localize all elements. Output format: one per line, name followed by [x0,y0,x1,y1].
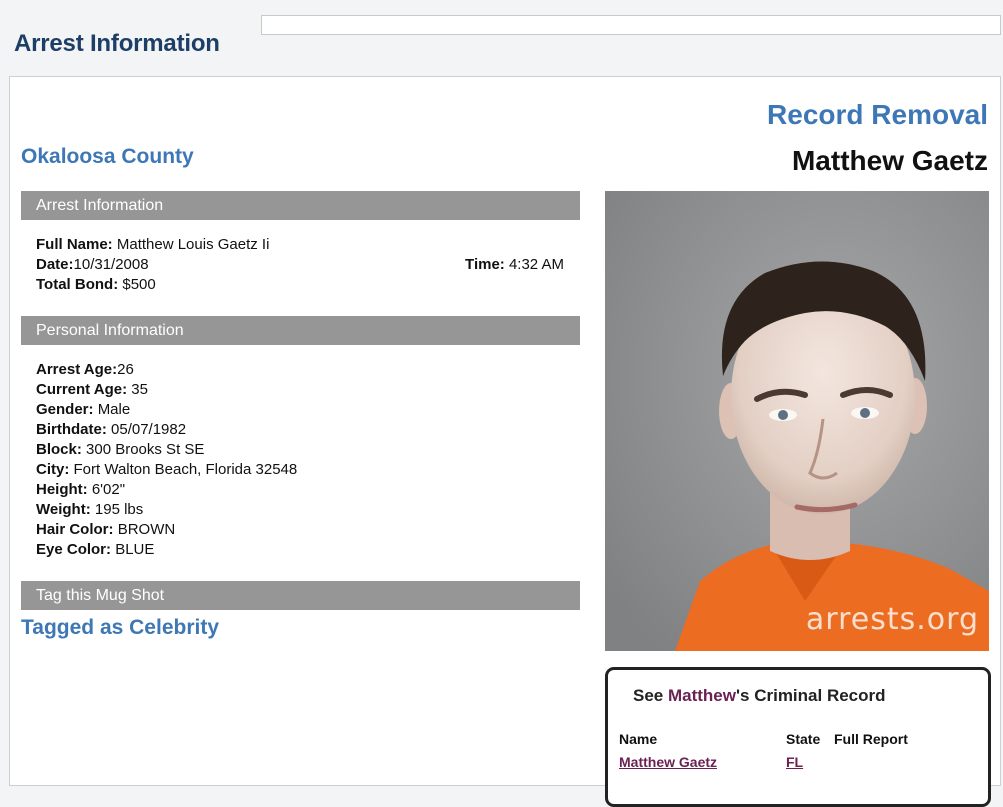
eye-color-label: Eye Color: [36,541,112,558]
city-value: Fort Walton Beach, Florida 32548 [73,461,298,478]
eye-color-row: Eye Color: BLUE [36,540,564,560]
weight-row: Weight: 195 lbs [36,500,564,520]
gender-row: Gender: Male [36,400,564,420]
height-label: Height: [36,481,88,498]
block-row: Block: 300 Brooks St SE [36,440,564,460]
full-name-label: Full Name: [36,236,113,253]
height-value: 6'02" [91,481,126,498]
person-name-heading: Matthew Gaetz [791,145,988,176]
time-label: Time: [465,256,505,273]
block-label: Block: [36,441,82,458]
total-bond-row: Total Bond: $500 [36,275,564,295]
criminal-record-title: See Matthew's Criminal Record [633,686,886,706]
birthdate-value: 05/07/1982 [111,421,187,438]
date-label: Date: [36,256,74,273]
section-arrest-information: Arrest Information [21,191,580,220]
section-tag-mug-shot[interactable]: Tag this Mug Shot [21,581,580,610]
full-name-value: Matthew Louis Gaetz Ii [116,236,270,253]
full-name-row: Full Name: Matthew Louis Gaetz Ii [36,235,564,255]
arrest-age-row: Arrest Age:26 [36,360,564,380]
tagged-celebrity-link[interactable]: Tagged as Celebrity [21,616,219,640]
total-bond-label: Total Bond: [36,276,119,293]
hair-color-row: Hair Color: BROWN [36,520,564,540]
time-value: 4:32 AM [508,256,564,273]
mugshot-illustration [605,191,989,651]
city-row: City: Fort Walton Beach, Florida 32548 [36,460,564,480]
date-row: Date:10/31/2008 Time: 4:32 AM [36,255,564,275]
gender-label: Gender: [36,401,94,418]
eye-color-value: BLUE [115,541,155,558]
search-input[interactable] [261,15,1001,35]
date-value: 10/31/2008 [73,256,149,273]
height-row: Height: 6'02" [36,480,564,500]
current-age-label: Current Age: [36,381,128,398]
city-label: City: [36,461,70,478]
total-bond-value: $500 [122,276,156,293]
county-name: Okaloosa County [21,145,194,168]
arrest-info-block: Full Name: Matthew Louis Gaetz Ii Date:1… [36,235,564,295]
current-age-row: Current Age: 35 [36,380,564,400]
criminal-title-suffix: 's Criminal Record [735,686,886,705]
criminal-record-box: See Matthew's Criminal Record Name State… [605,667,991,807]
column-header-full-report: Full Report [834,731,908,747]
column-header-name: Name [619,731,658,747]
criminal-title-name: Matthew [667,686,736,705]
weight-label: Weight: [36,501,91,518]
section-personal-information: Personal Information [21,316,580,345]
gender-value: Male [97,401,131,418]
criminal-title-prefix: See [633,686,668,705]
current-age-value: 35 [131,381,148,398]
record-state-link[interactable]: FL [786,754,803,770]
content-panel: Record Removal Matthew Gaetz Okaloosa Co… [9,76,1001,807]
arrest-age-value: 26 [117,361,134,378]
hair-color-label: Hair Color: [36,521,114,538]
time-field: Time: 4:32 AM [465,255,564,275]
record-name-link[interactable]: Matthew Gaetz [619,754,717,770]
record-removal-link[interactable]: Record Removal [767,99,988,131]
hair-color-value: BROWN [117,521,176,538]
weight-value: 195 lbs [94,501,144,518]
personal-info-block: Arrest Age:26 Current Age: 35 Gender: Ma… [36,360,564,560]
birthdate-row: Birthdate: 05/07/1982 [36,420,564,440]
mugshot-watermark: arrests.org [805,602,979,637]
column-header-state: State [786,731,821,747]
block-value: 300 Brooks St SE [86,441,205,458]
mugshot-photo: arrests.org [605,191,989,651]
arrest-age-label: Arrest Age: [36,361,118,378]
page-title: Arrest Information [14,30,220,57]
birthdate-label: Birthdate: [36,421,107,438]
